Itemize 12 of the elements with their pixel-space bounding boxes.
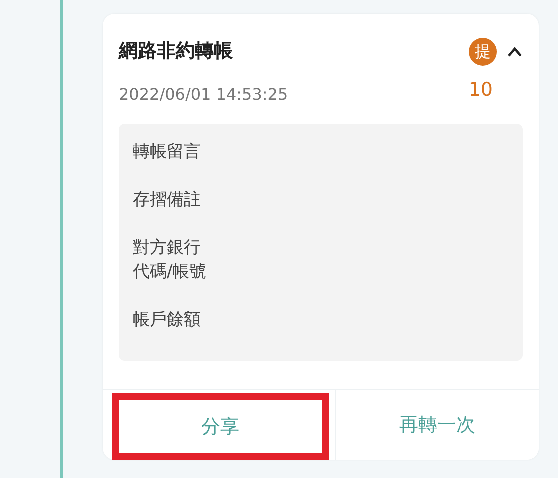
transaction-amount: 10 [468, 78, 493, 102]
type-badge: 提 [469, 38, 497, 66]
collapse-caret-icon[interactable] [507, 46, 523, 58]
detail-label: 存摺備註 [133, 189, 202, 212]
transaction-title: 網路非約轉帳 [119, 39, 234, 64]
detail-label: 對方銀行 [133, 237, 202, 260]
detail-label: 轉帳留言 [133, 141, 202, 164]
detail-label: 帳戶餘額 [133, 309, 202, 332]
transaction-datetime: 2022/06/01 14:53:25 [119, 84, 290, 106]
repeat-transfer-button[interactable]: 再轉一次 [335, 390, 539, 460]
detail-label: 代碼/帳號 [133, 261, 208, 284]
share-button[interactable]: 分享 [112, 393, 329, 460]
